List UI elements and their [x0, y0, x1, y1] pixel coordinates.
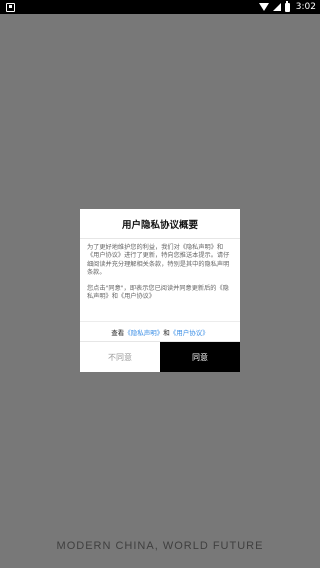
- slogan-text: MODERN CHINA, WORLD FUTURE: [56, 540, 264, 552]
- signal-icon: [272, 3, 281, 11]
- battery-icon: [284, 0, 290, 12]
- user-agreement-link[interactable]: 《用户协议》: [170, 327, 209, 337]
- privacy-statement-link[interactable]: 《隐私声明》: [124, 327, 163, 337]
- links-prefix: 查看: [111, 328, 125, 337]
- notification-icon: [6, 2, 15, 12]
- wifi-icon: [258, 3, 269, 11]
- dialog-paragraph-2: 您点击"同意"，即表示您已阅读并同意更新后的《隐私声明》和《用户协议》: [87, 285, 229, 301]
- dialog-paragraph-1: 为了更好地维护您的利益，我们对《隐私声明》和《用户协议》进行了更新，特向您推送本…: [87, 244, 230, 276]
- dialog-body: 为了更好地维护您的利益，我们对《隐私声明》和《用户协议》进行了更新，特向您推送本…: [80, 239, 240, 321]
- dialog-buttons: 不同意 同意: [80, 341, 240, 372]
- decline-button[interactable]: 不同意: [80, 342, 160, 372]
- dialog-title: 用户隐私协议概要: [80, 209, 240, 239]
- status-time: 3:02: [295, 2, 316, 12]
- status-left: [6, 2, 15, 12]
- agree-button[interactable]: 同意: [160, 342, 240, 372]
- status-right: 3:02: [258, 0, 316, 12]
- dialog-links-row: 查看 《隐私声明》 和 《用户协议》: [80, 321, 240, 341]
- privacy-dialog: 用户隐私协议概要 为了更好地维护您的利益，我们对《隐私声明》和《用户协议》进行了…: [80, 209, 240, 372]
- status-bar: 3:02: [0, 0, 320, 14]
